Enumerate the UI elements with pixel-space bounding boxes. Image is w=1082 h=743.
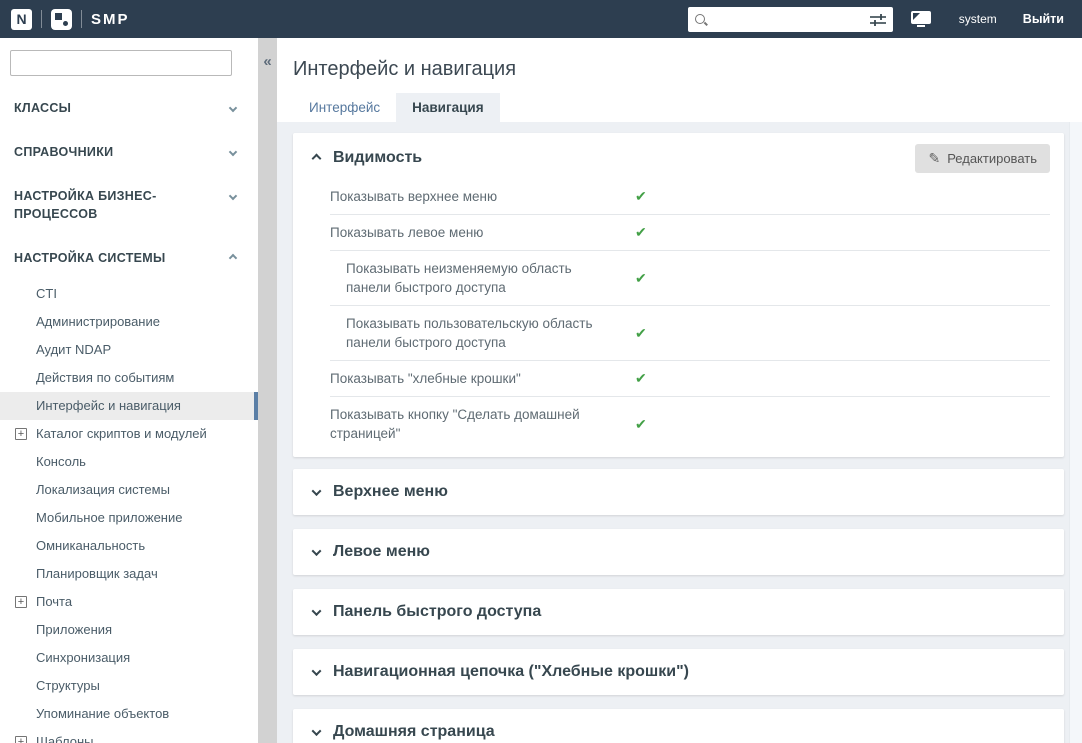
panel-home-page[interactable]: Домашняя страница — [293, 709, 1064, 743]
chevron-down-icon — [311, 665, 322, 676]
search-icon — [694, 13, 708, 27]
chevron-down-icon — [228, 103, 238, 113]
setting-row-fixed-quick-access: Показывать неизменяемую область панели б… — [330, 251, 1050, 306]
current-user[interactable]: system — [959, 12, 997, 26]
page-header: Интерфейс и навигация Интерфейс Навигаци… — [277, 38, 1082, 122]
sidebar-item-audit-ndap[interactable]: Аудит NDAP — [0, 336, 258, 364]
expand-plus-icon[interactable]: + — [15, 428, 27, 440]
search-filter-icon[interactable] — [869, 13, 887, 27]
tab-navigation[interactable]: Навигация — [396, 93, 500, 122]
sidebar-item-synchronization[interactable]: Синхронизация — [0, 644, 258, 672]
check-icon: ✔ — [635, 188, 647, 204]
sidebar-item-event-actions[interactable]: Действия по событиям — [0, 364, 258, 392]
global-search[interactable] — [688, 7, 893, 32]
sidebar-item-cti[interactable]: CTI — [0, 280, 258, 308]
visibility-panel: Видимость ✎ Редактировать Показывать вер… — [293, 133, 1064, 457]
sidebar-item-object-mentions[interactable]: Упоминание объектов — [0, 700, 258, 728]
chevron-down-icon — [311, 545, 322, 556]
top-bar: N SMP system Выйти — [0, 0, 1082, 38]
setting-row-user-quick-access: Показывать пользовательскую область пане… — [330, 306, 1050, 361]
sidebar-collapse-strip[interactable]: « — [258, 38, 277, 743]
setting-row-breadcrumbs: Показывать "хлебные крошки" ✔ — [330, 361, 1050, 397]
chevron-down-icon — [311, 725, 322, 736]
check-icon: ✔ — [635, 370, 647, 386]
setting-row-left-menu: Показывать левое меню ✔ — [330, 215, 1050, 251]
check-icon: ✔ — [635, 415, 647, 432]
panel-left-menu[interactable]: Левое меню — [293, 529, 1064, 575]
sidebar-section-classes[interactable]: КЛАССЫ — [0, 86, 258, 130]
check-icon: ✔ — [635, 324, 647, 341]
product-logo-icon — [51, 8, 72, 30]
tab-interface[interactable]: Интерфейс — [293, 93, 396, 122]
logo-divider — [81, 10, 82, 28]
tab-bar: Интерфейс Навигация — [293, 93, 500, 122]
sidebar-item-interface-navigation[interactable]: Интерфейс и навигация — [0, 392, 258, 420]
chevron-down-icon — [311, 485, 322, 496]
chevron-down-icon — [228, 147, 238, 157]
logo-divider — [41, 10, 42, 28]
left-sidebar: КЛАССЫ СПРАВОЧНИКИ НАСТРОЙКА БИЗНЕС-ПРОЦ… — [0, 38, 258, 743]
app-logo: N SMP — [11, 8, 130, 30]
product-name: SMP — [91, 10, 130, 28]
expand-plus-icon[interactable]: + — [15, 736, 27, 743]
sidebar-item-mobile-app[interactable]: Мобильное приложение — [0, 504, 258, 532]
sidebar-item-omnichannel[interactable]: Омниканальность — [0, 532, 258, 560]
sidebar-item-task-scheduler[interactable]: Планировщик задач — [0, 560, 258, 588]
main-area: Интерфейс и навигация Интерфейс Навигаци… — [277, 38, 1082, 743]
sidebar-item-console[interactable]: Консоль — [0, 448, 258, 476]
naumen-logo-icon: N — [11, 8, 32, 30]
panel-top-menu[interactable]: Верхнее меню — [293, 469, 1064, 515]
sidebar-item-templates[interactable]: + Шаблоны — [0, 728, 258, 743]
page-title: Интерфейс и навигация — [293, 58, 517, 80]
panel-title: Видимость — [333, 149, 423, 166]
edit-button[interactable]: ✎ Редактировать — [915, 144, 1050, 173]
sidebar-item-applications[interactable]: Приложения — [0, 616, 258, 644]
sidebar-search-input[interactable] — [10, 50, 232, 76]
visibility-rows: Показывать верхнее меню ✔ Показывать лев… — [330, 179, 1050, 451]
chevron-up-icon — [228, 253, 238, 263]
sidebar-item-mail[interactable]: + Почта — [0, 588, 258, 616]
chevron-down-icon — [311, 605, 322, 616]
tab-content: Видимость ✎ Редактировать Показывать вер… — [277, 122, 1069, 743]
global-search-input[interactable] — [712, 12, 865, 27]
logout-button[interactable]: Выйти — [1023, 12, 1064, 26]
panel-breadcrumbs[interactable]: Навигационная цепочка ("Хлебные крошки") — [293, 649, 1064, 695]
setting-row-top-menu: Показывать верхнее меню ✔ — [330, 179, 1050, 215]
panel-quick-access[interactable]: Панель быстрого доступа — [293, 589, 1064, 635]
chevron-down-icon — [228, 191, 238, 201]
expand-plus-icon[interactable]: + — [15, 596, 27, 608]
pencil-icon: ✎ — [928, 150, 941, 166]
setting-row-home-page-button: Показывать кнопку "Сделать домашней стра… — [330, 407, 647, 441]
chevron-up-icon — [311, 153, 322, 163]
check-icon: ✔ — [635, 224, 647, 240]
content-scrollbar[interactable] — [1069, 122, 1082, 743]
sidebar-item-structures[interactable]: Структуры — [0, 672, 258, 700]
sidebar-item-scripts-catalog[interactable]: + Каталог скриптов и модулей — [0, 420, 258, 448]
collapse-sidebar-icon[interactable]: « — [258, 53, 277, 70]
sidebar-section-directories[interactable]: СПРАВОЧНИКИ — [0, 130, 258, 174]
sidebar-item-administration[interactable]: Администрирование — [0, 308, 258, 336]
sidebar-item-localization[interactable]: Локализация системы — [0, 476, 258, 504]
sidebar-section-system-settings[interactable]: НАСТРОЙКА СИСТЕМЫ — [0, 236, 258, 280]
check-icon: ✔ — [635, 269, 647, 286]
interface-switch-icon[interactable] — [909, 9, 933, 29]
sidebar-section-business-processes[interactable]: НАСТРОЙКА БИЗНЕС-ПРОЦЕССОВ — [0, 174, 258, 236]
